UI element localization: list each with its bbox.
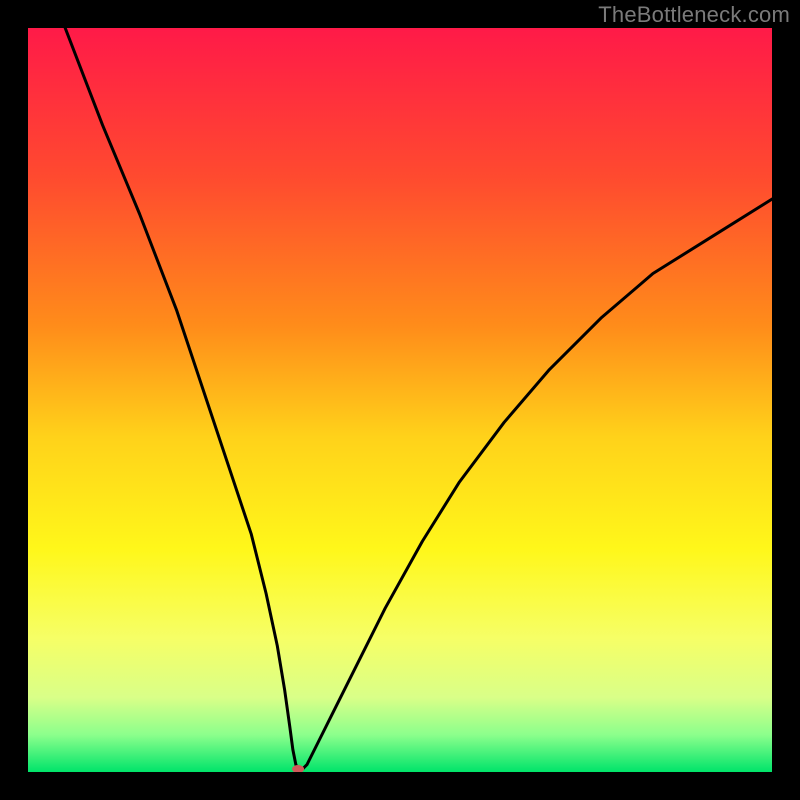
- watermark-text: TheBottleneck.com: [598, 2, 790, 28]
- plot-area: [28, 28, 772, 772]
- chart-svg: [28, 28, 772, 772]
- gradient-background: [28, 28, 772, 772]
- chart-frame: TheBottleneck.com: [0, 0, 800, 800]
